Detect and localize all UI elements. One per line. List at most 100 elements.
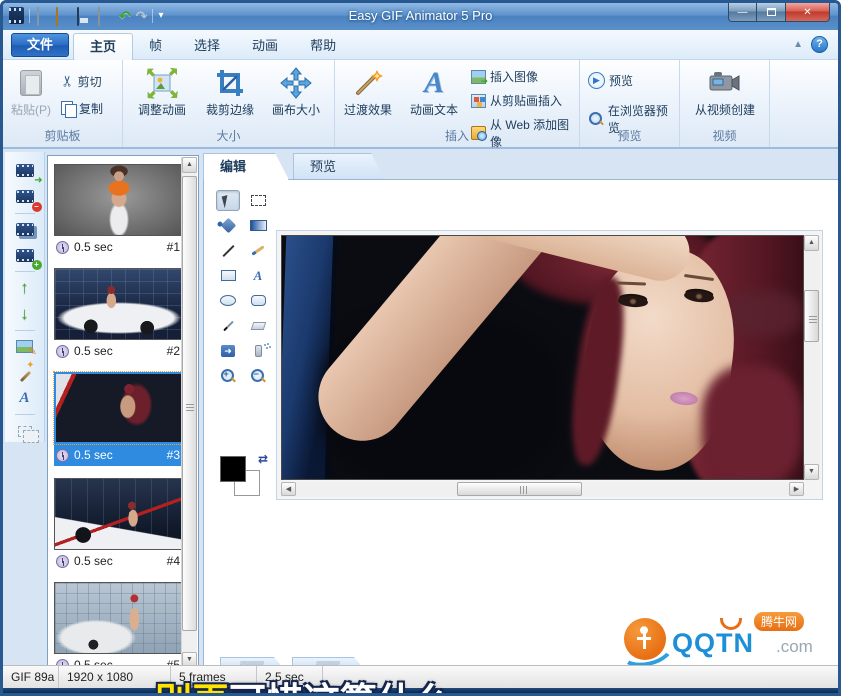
frame-item-1[interactable]: 0.5 sec #1 bbox=[54, 164, 186, 258]
file-menu-button[interactable]: 文件 bbox=[11, 33, 69, 57]
brush-icon bbox=[251, 245, 264, 255]
bucket-icon bbox=[220, 218, 236, 234]
frames-scrollbar[interactable]: ▲ ▼ bbox=[181, 157, 197, 668]
clock-icon bbox=[56, 241, 69, 254]
minimize-button[interactable]: — bbox=[728, 3, 757, 22]
scroll-left-button[interactable]: ◀ bbox=[281, 482, 296, 496]
collapse-ribbon-icon[interactable]: ▲ bbox=[793, 39, 803, 50]
crop-edges-button[interactable]: 裁剪边缘 bbox=[197, 65, 263, 118]
marquee-select-tool[interactable] bbox=[246, 190, 270, 211]
brush-tool[interactable] bbox=[246, 240, 270, 261]
line-tool[interactable] bbox=[216, 240, 240, 261]
tab-frame[interactable]: 帧 bbox=[133, 33, 178, 60]
create-from-video-button[interactable]: 从视频创建 bbox=[692, 65, 758, 118]
ribbon: 粘贴(P) ✂ 剪切 复制 剪贴板 bbox=[3, 60, 838, 149]
maximize-button[interactable] bbox=[757, 3, 785, 22]
scrollbar-thumb[interactable] bbox=[182, 176, 197, 631]
frame-duration: 0.5 sec bbox=[74, 240, 167, 254]
resize-animation-button[interactable]: 调整动画 bbox=[129, 65, 195, 118]
preview-button[interactable]: ▶ 预览 bbox=[588, 72, 633, 89]
move-tool[interactable]: ➜ bbox=[216, 340, 240, 361]
frame-item-5[interactable]: 0.5 sec #5 bbox=[54, 582, 186, 676]
ribbon-group-insert: 过渡效果 A 动画文本 插入图像 从剪贴画插入 从 Web 添加图像 插入 bbox=[335, 60, 580, 147]
tab-preview[interactable]: 预览 bbox=[293, 153, 385, 180]
delete-frame-button[interactable]: – bbox=[12, 186, 38, 208]
extract-frame-button[interactable]: ➜ bbox=[12, 160, 38, 182]
frame-thumbnail[interactable] bbox=[54, 164, 184, 236]
eraser-icon bbox=[250, 322, 266, 330]
app-window: ↶ ↷ ▾ Easy GIF Animator 5 Pro — ✕ 文件 主页 … bbox=[0, 0, 841, 696]
title-bar: ↶ ↷ ▾ Easy GIF Animator 5 Pro — ✕ bbox=[3, 3, 838, 30]
transition-effects-button[interactable]: 过渡效果 bbox=[337, 65, 399, 118]
move-icon: ➜ bbox=[221, 345, 235, 357]
insert-clipart-button[interactable]: 从剪贴画插入 bbox=[471, 92, 562, 109]
frame-thumbnail[interactable] bbox=[54, 582, 184, 654]
foreground-color-swatch[interactable] bbox=[220, 456, 246, 482]
edit-image-button[interactable] bbox=[12, 336, 38, 358]
group-label: 剪贴板 bbox=[3, 127, 122, 144]
scroll-up-button[interactable]: ▲ bbox=[804, 235, 819, 251]
frame-item-2[interactable]: 0.5 sec #2 bbox=[54, 268, 186, 362]
text-button[interactable]: A bbox=[12, 387, 38, 409]
paste-icon bbox=[20, 70, 42, 96]
magic-wand-icon bbox=[352, 67, 384, 99]
rectangle-tool[interactable] bbox=[216, 265, 240, 286]
spray-tool[interactable] bbox=[246, 340, 270, 361]
frame-duration: 0.5 sec bbox=[74, 554, 167, 568]
canvas-size-button[interactable]: 画布大小 bbox=[265, 65, 327, 118]
close-button[interactable]: ✕ bbox=[785, 3, 830, 22]
copy-icon bbox=[61, 101, 75, 116]
frames-panel: 0.5 sec #1 0.5 sec #2 0.5 sec #3 bbox=[47, 155, 199, 670]
fill-bucket-tool[interactable] bbox=[216, 215, 240, 236]
edit-image-icon bbox=[16, 340, 33, 353]
tab-select[interactable]: 选择 bbox=[178, 33, 236, 60]
tab-edit[interactable]: 编辑 bbox=[203, 153, 289, 180]
scrollbar-grip bbox=[186, 404, 194, 411]
ribbon-group-clipboard: 粘贴(P) ✂ 剪切 复制 剪贴板 bbox=[3, 60, 123, 147]
eyedropper-tool[interactable] bbox=[216, 315, 240, 336]
tab-animation[interactable]: 动画 bbox=[236, 33, 294, 60]
cut-button[interactable]: ✂ 剪切 bbox=[61, 72, 102, 90]
divider bbox=[15, 271, 35, 272]
scrollbar-thumb[interactable] bbox=[804, 290, 819, 342]
swap-colors-icon[interactable]: ⇄ bbox=[258, 452, 268, 466]
extract-frame-icon bbox=[16, 164, 34, 177]
zoom-in-tool[interactable]: + bbox=[216, 365, 240, 386]
scroll-right-button[interactable]: ▶ bbox=[789, 482, 804, 496]
zoom-out-tool[interactable]: − bbox=[246, 365, 270, 386]
scrollbar-thumb[interactable] bbox=[457, 482, 582, 496]
frame-canvas-image[interactable] bbox=[281, 235, 804, 480]
text-tool[interactable]: A bbox=[246, 265, 270, 286]
animated-text-button[interactable]: A 动画文本 bbox=[403, 65, 465, 118]
gradient-fill-tool[interactable] bbox=[246, 215, 270, 236]
frame-thumbnail[interactable] bbox=[54, 478, 184, 550]
pointer-tool[interactable] bbox=[216, 190, 240, 211]
canvas-horizontal-scrollbar[interactable]: ◀ ▶ bbox=[281, 482, 804, 497]
tab-help[interactable]: 帮助 bbox=[294, 33, 352, 60]
tab-home[interactable]: 主页 bbox=[73, 33, 133, 60]
scroll-up-button[interactable]: ▲ bbox=[182, 157, 197, 173]
rounded-rect-tool[interactable] bbox=[246, 290, 270, 311]
copy-button[interactable]: 复制 bbox=[61, 100, 103, 117]
insert-image-icon bbox=[471, 70, 486, 84]
frame-thumbnail[interactable] bbox=[54, 372, 184, 444]
frame-item-4[interactable]: 0.5 sec #4 bbox=[54, 478, 186, 572]
help-button[interactable]: ? bbox=[811, 36, 828, 53]
qqtn-domain: .com bbox=[776, 637, 813, 657]
move-frame-down-button[interactable]: ↓ bbox=[12, 303, 38, 325]
eraser-tool[interactable] bbox=[246, 315, 270, 336]
canvas-vertical-scrollbar[interactable]: ▲ ▼ bbox=[804, 235, 820, 480]
duplicate-frame-button[interactable] bbox=[12, 219, 38, 241]
subtitle-overlay: 别再可惜这算什么 bbox=[155, 671, 451, 696]
scroll-down-button[interactable]: ▼ bbox=[804, 464, 819, 480]
effects-button[interactable] bbox=[12, 362, 38, 384]
zoom-out-icon: − bbox=[250, 368, 266, 384]
frame-thumbnail[interactable] bbox=[54, 268, 184, 340]
add-frame-button[interactable]: + bbox=[12, 244, 38, 266]
clock-icon bbox=[56, 345, 69, 358]
insert-image-button[interactable]: 插入图像 bbox=[471, 68, 538, 85]
frame-item-3-selected[interactable]: 0.5 sec #3 bbox=[54, 372, 186, 466]
move-frame-up-button[interactable]: ↑ bbox=[12, 277, 38, 299]
editor-body: A ➜ + − bbox=[203, 179, 839, 668]
ellipse-tool[interactable] bbox=[216, 290, 240, 311]
